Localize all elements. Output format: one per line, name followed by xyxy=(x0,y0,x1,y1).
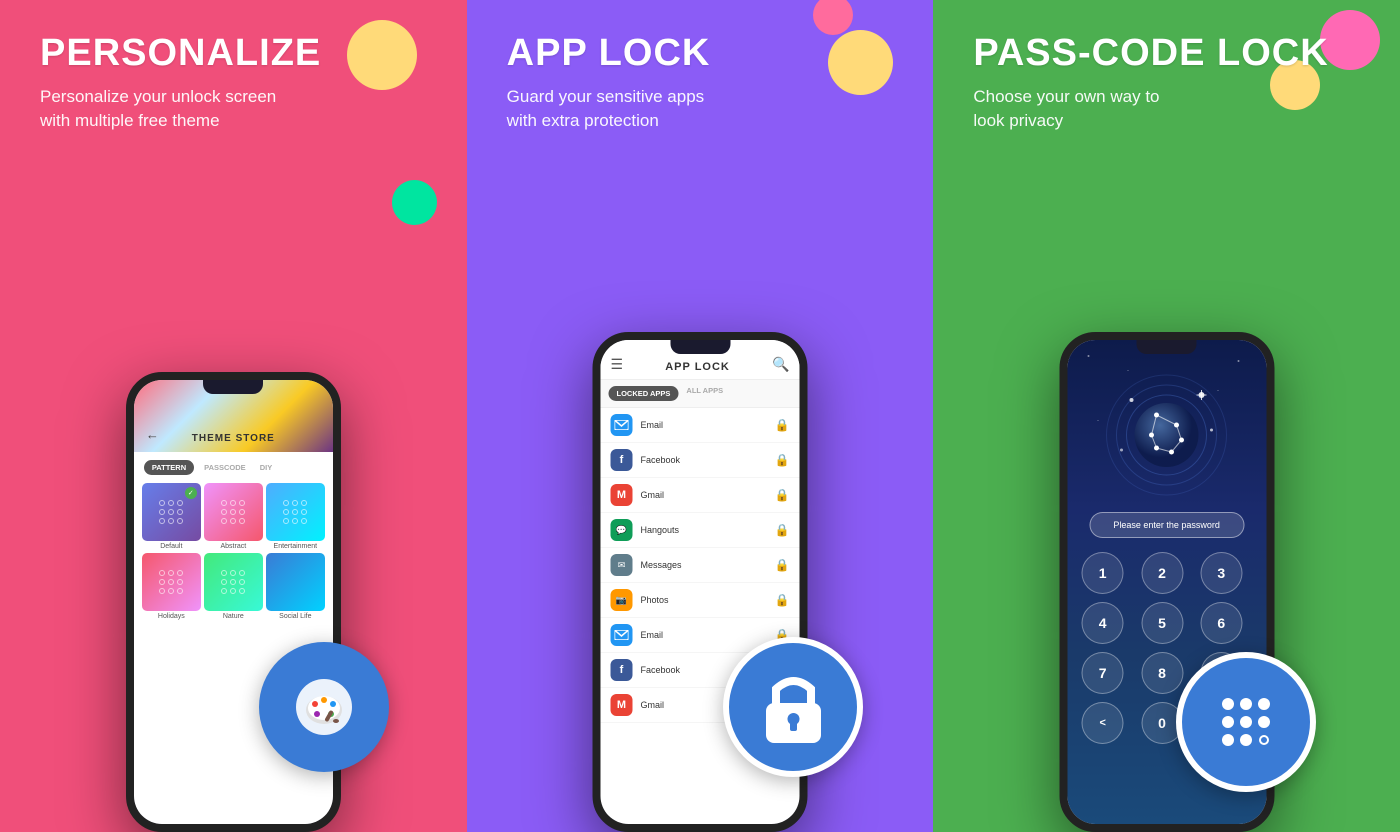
theme-tab-passcode[interactable]: PASSCODE xyxy=(200,460,250,475)
theme-tab-diy[interactable]: DIY xyxy=(256,460,277,475)
theme-label-entertainment: Entertainment xyxy=(266,543,325,550)
facebook-icon: f xyxy=(611,449,633,471)
theme-item-abstract[interactable]: Abstract xyxy=(204,483,263,550)
panel-2-subtitle: Guard your sensitive appswith extra prot… xyxy=(507,85,894,133)
app-name-gmail1: Gmail xyxy=(641,490,767,500)
app-name-messages: Messages xyxy=(641,560,767,570)
app-item-photos[interactable]: 📷 Photos 🔒 xyxy=(601,583,800,618)
applock-screen-title: APP LOCK xyxy=(665,361,730,373)
app-item-messages[interactable]: ✉ Messages 🔒 xyxy=(601,548,800,583)
app-name-facebook1: Facebook xyxy=(641,455,767,465)
theme-label-holidays: Holidays xyxy=(142,613,201,620)
hangouts-icon: 💬 xyxy=(611,519,633,541)
app-item-gmail[interactable]: M Gmail 🔒 xyxy=(601,478,800,513)
messages-icon: ✉ xyxy=(611,554,633,576)
lock-overlay xyxy=(723,637,863,777)
app-item-email[interactable]: Email 🔒 xyxy=(601,408,800,443)
lock-icon-hangouts: 🔒 xyxy=(775,523,790,537)
numpad-icon-large xyxy=(1206,682,1286,762)
constellation-svg xyxy=(1102,370,1232,500)
panel-personalize: PERSONALIZE Personalize your unlock scre… xyxy=(0,0,467,832)
app-name-email1: Email xyxy=(641,420,767,430)
lock-icon-photos: 🔒 xyxy=(775,593,790,607)
gmail2-icon: M xyxy=(611,694,633,716)
applock-tab-locked[interactable]: LOCKED APPS xyxy=(609,386,679,401)
numpad-overlay xyxy=(1176,652,1316,792)
panel-passcode: PASS-CODE LOCK Choose your own way toloo… xyxy=(933,0,1400,832)
panel-3-header: PASS-CODE LOCK Choose your own way toloo… xyxy=(933,0,1400,133)
panel-2-title: APP LOCK xyxy=(507,32,894,75)
app-item-hangouts[interactable]: 💬 Hangouts 🔒 xyxy=(601,513,800,548)
panel-applock: APP LOCK Guard your sensitive appswith e… xyxy=(467,0,934,832)
theme-label-sociallife: Social Life xyxy=(266,613,325,620)
panel-3-subtitle: Choose your own way tolook privacy xyxy=(973,85,1360,133)
email-icon xyxy=(611,414,633,436)
app-item-facebook[interactable]: f Facebook 🔒 xyxy=(601,443,800,478)
panel-1-header: PERSONALIZE Personalize your unlock scre… xyxy=(0,0,467,133)
palette-icon xyxy=(289,672,359,742)
theme-store-title: THEME STORE xyxy=(192,433,275,444)
lock-icon-email1: 🔒 xyxy=(775,418,790,432)
app-name-email2: Email xyxy=(641,630,767,640)
phone-1-container: ← THEME STORE PATTERN PASSCODE DIY xyxy=(0,372,467,832)
lock-icon-large xyxy=(756,665,831,750)
lock-icon-facebook1: 🔒 xyxy=(775,453,790,467)
panel-2-header: APP LOCK Guard your sensitive appswith e… xyxy=(467,0,934,133)
panel-3-title: PASS-CODE LOCK xyxy=(973,32,1360,75)
panel-1-subtitle: Personalize your unlock screenwith multi… xyxy=(40,85,427,133)
theme-item-sociallife[interactable]: Social Life xyxy=(266,553,325,620)
photos-icon: 📷 xyxy=(611,589,633,611)
theme-label-abstract: Abstract xyxy=(204,543,263,550)
email2-icon xyxy=(611,624,633,646)
phone-1-notch xyxy=(203,380,263,394)
phone-3-notch xyxy=(1137,340,1197,354)
applock-tab-all[interactable]: ALL APPS xyxy=(686,386,723,401)
panel-1-title: PERSONALIZE xyxy=(40,32,427,75)
facebook2-icon: f xyxy=(611,659,633,681)
lock-icon-gmail1: 🔒 xyxy=(775,488,790,502)
theme-label-default: Default xyxy=(142,543,201,550)
app-name-photos: Photos xyxy=(641,595,767,605)
lock-icon-messages: 🔒 xyxy=(775,558,790,572)
theme-item-nature[interactable]: Nature xyxy=(204,553,263,620)
constellation-area xyxy=(1102,370,1232,500)
palette-overlay xyxy=(259,642,389,772)
phone-2-notch xyxy=(670,340,730,354)
theme-item-holidays[interactable]: Holidays xyxy=(142,553,201,620)
theme-item-entertainment[interactable]: Entertainment xyxy=(266,483,325,550)
gmail-icon: M xyxy=(611,484,633,506)
search-icon[interactable]: 🔍 xyxy=(772,356,789,373)
hamburger-icon[interactable]: ☰ xyxy=(611,356,624,373)
theme-label-nature: Nature xyxy=(204,613,263,620)
theme-item-default[interactable]: ✓ Default xyxy=(142,483,201,550)
theme-tab-pattern[interactable]: PATTERN xyxy=(144,460,194,475)
deco-circle-green-1 xyxy=(392,180,437,225)
app-name-hangouts: Hangouts xyxy=(641,525,767,535)
